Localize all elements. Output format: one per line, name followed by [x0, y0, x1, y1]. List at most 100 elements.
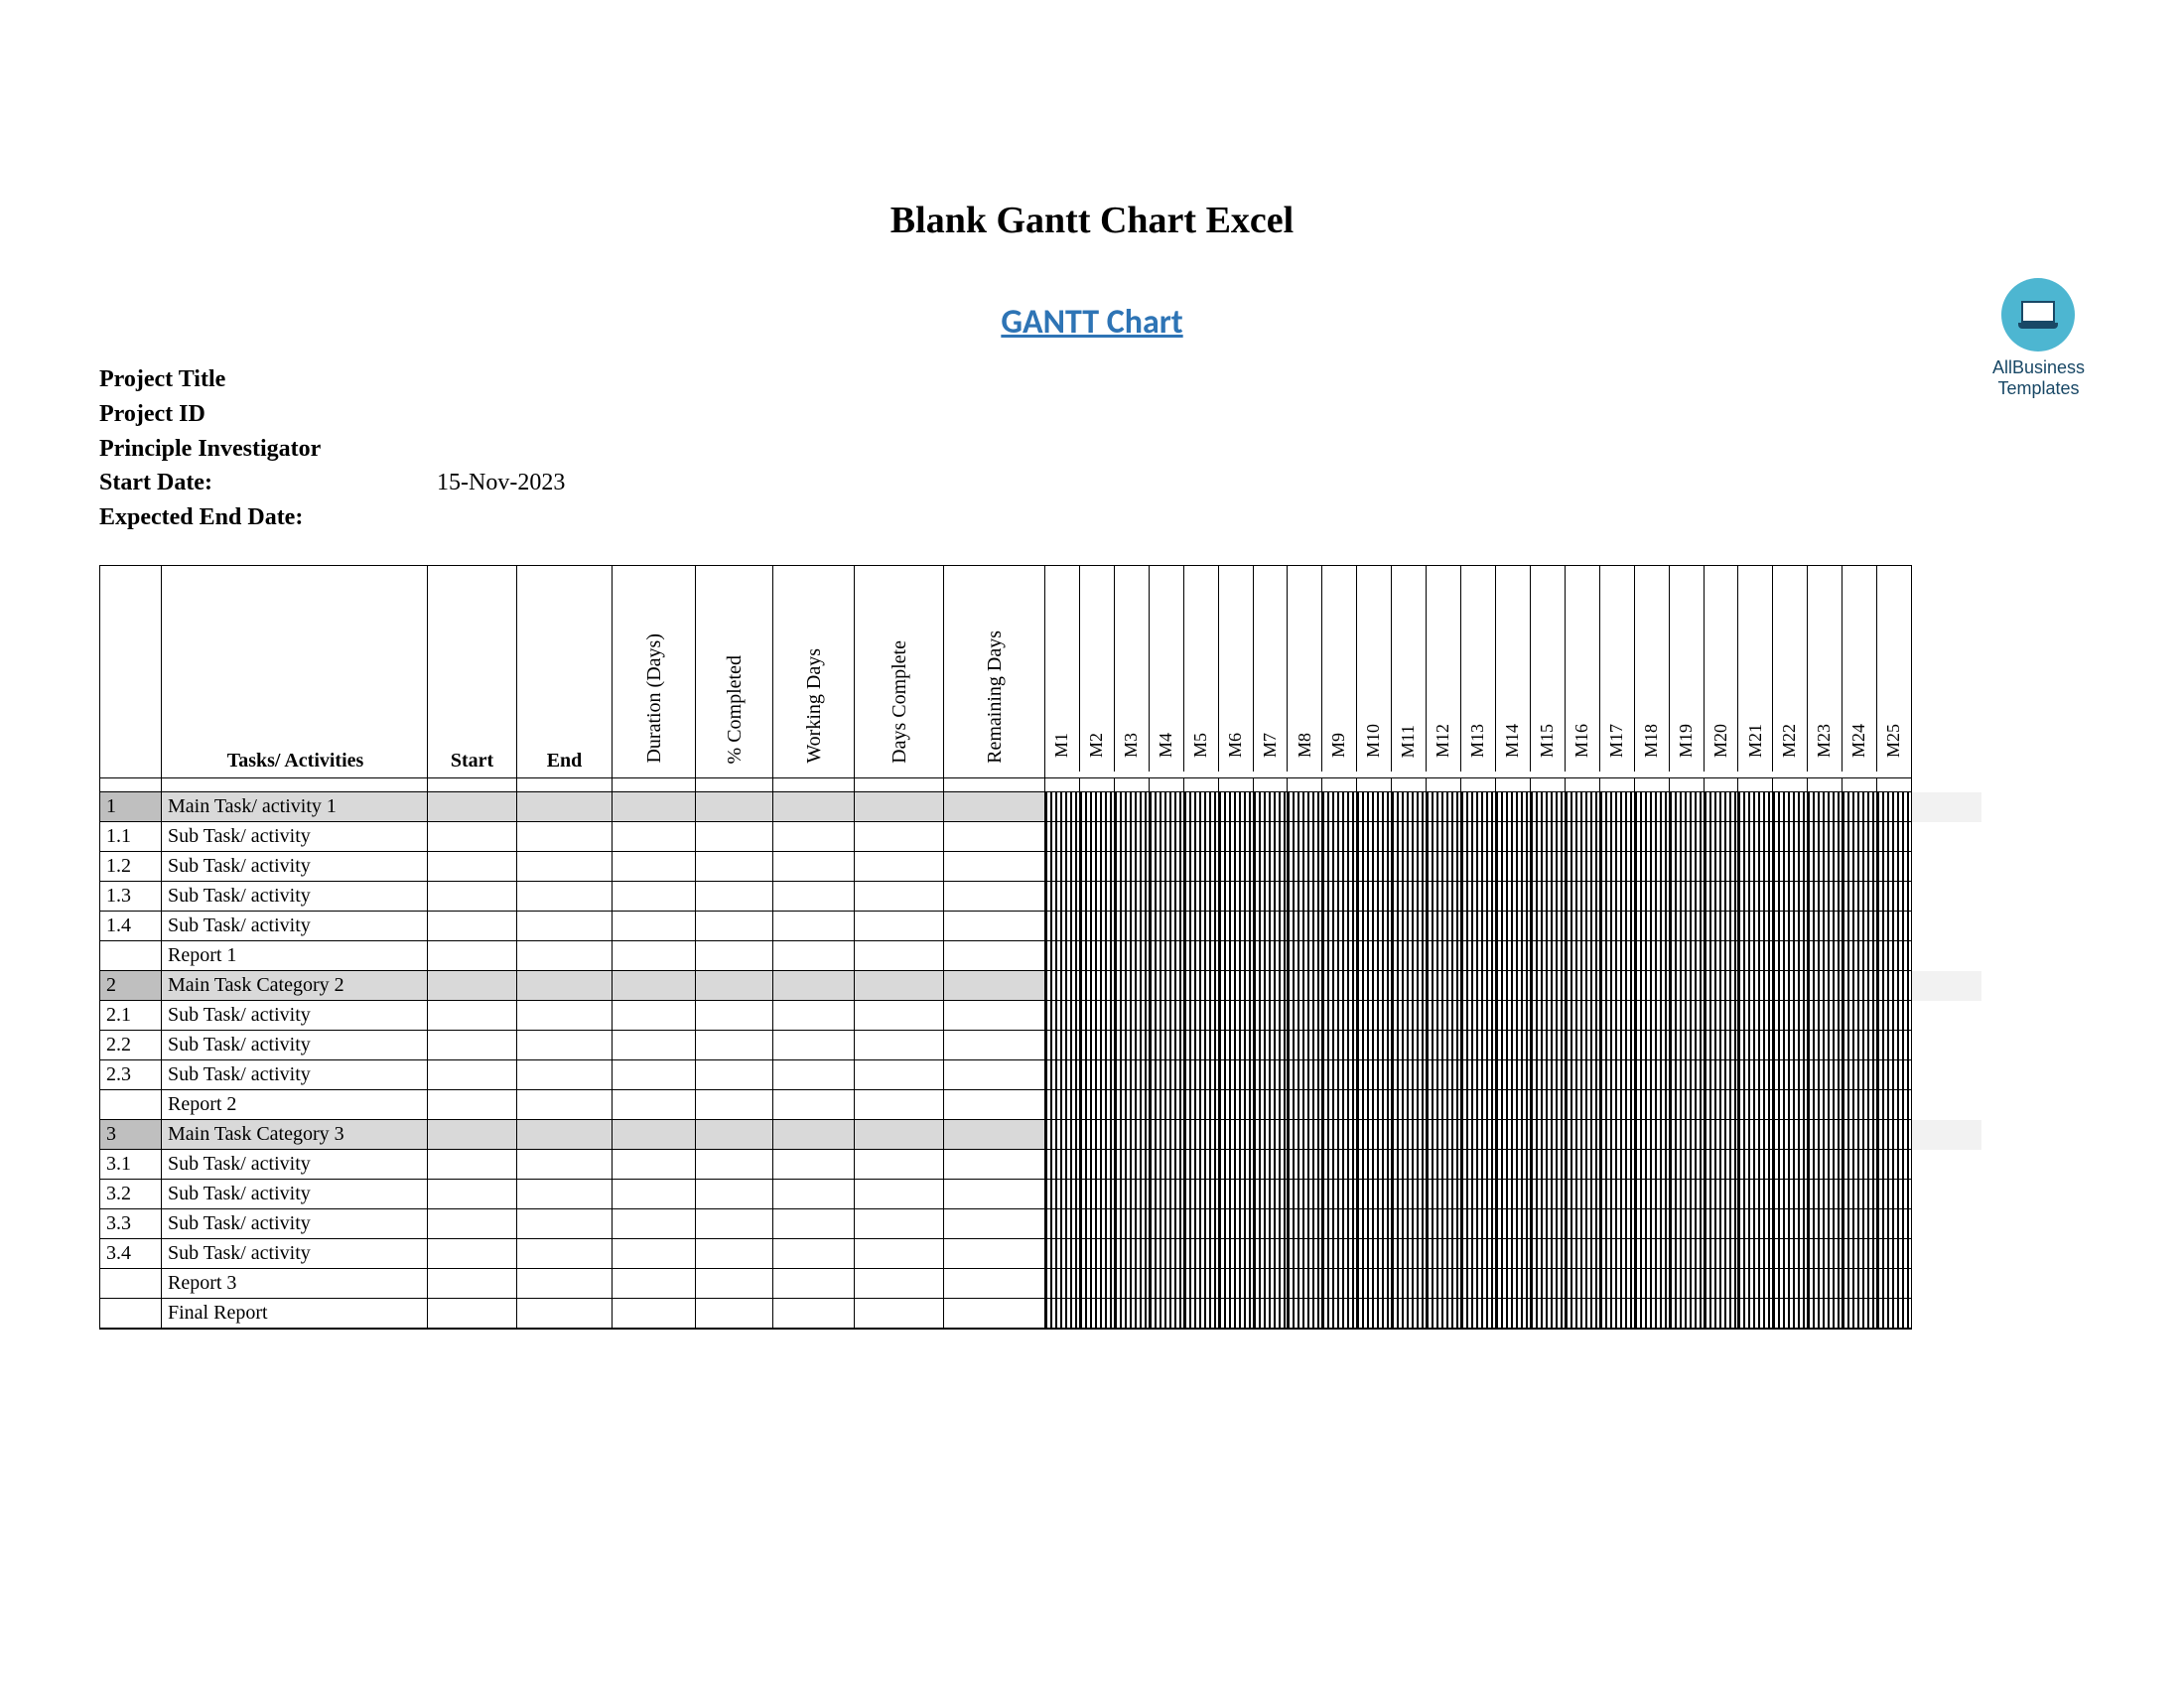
cell-start: [428, 971, 517, 1001]
cell-pct: [696, 1180, 773, 1209]
cell-wrk: [773, 822, 855, 852]
cell-dur: [613, 912, 696, 941]
hdr-month-m6: M6: [1219, 566, 1254, 772]
cell-wrk: [773, 1120, 855, 1150]
cell-task: Sub Task/ activity: [162, 1150, 428, 1180]
cell-dur: [613, 1209, 696, 1239]
cell-pct: [696, 792, 773, 822]
cell-months: [1045, 778, 1911, 792]
cell-dur: [613, 822, 696, 852]
cell-idx: 3: [100, 1120, 162, 1150]
cell-end: [517, 1060, 613, 1090]
cell-dc: [855, 1180, 944, 1209]
hdr-month-m4: M4: [1150, 566, 1184, 772]
hdr-month-m7: M7: [1254, 566, 1289, 772]
cell-start: [428, 1031, 517, 1060]
cell-wrk: [773, 1150, 855, 1180]
cell-rem: [944, 941, 1045, 971]
cell-task: Sub Task/ activity: [162, 852, 428, 882]
cell-task: Sub Task/ activity: [162, 1060, 428, 1090]
hdr-month-m18: M18: [1635, 566, 1670, 772]
cell-months: [1045, 1239, 1911, 1269]
cell-idx: 1.3: [100, 882, 162, 912]
hdr-month-m15: M15: [1531, 566, 1566, 772]
cell-task: Sub Task/ activity: [162, 1239, 428, 1269]
cell-end: [517, 792, 613, 822]
hdr-month-m5: M5: [1184, 566, 1219, 772]
row-overflow-shade: [1912, 792, 1981, 822]
cell-wrk: [773, 1180, 855, 1209]
cell-rem: [944, 852, 1045, 882]
cell-idx: 2.2: [100, 1031, 162, 1060]
cell-dur: [613, 1001, 696, 1031]
hdr-month-m13: M13: [1461, 566, 1496, 772]
hdr-remaining: Remaining Days: [944, 566, 1045, 778]
cell-end: [517, 852, 613, 882]
task-row: 3.4Sub Task/ activity: [100, 1239, 1911, 1269]
cell-task: Sub Task/ activity: [162, 1001, 428, 1031]
cell-start: [428, 852, 517, 882]
hdr-tasks: Tasks/ Activities: [162, 566, 428, 778]
cell-pct: [696, 852, 773, 882]
cell-dur: [613, 852, 696, 882]
hdr-month-m23: M23: [1808, 566, 1843, 772]
hdr-month-m25: M25: [1877, 566, 1911, 772]
cell-dur: [613, 882, 696, 912]
cell-months: [1045, 822, 1911, 852]
brand-logo: AllBusinessTemplates: [1992, 278, 2085, 398]
hdr-end: End: [517, 566, 613, 778]
cell-pct: [696, 882, 773, 912]
cell-dur: [613, 792, 696, 822]
cell-dc: [855, 1269, 944, 1299]
cell-idx: [100, 1299, 162, 1329]
cell-months: [1045, 792, 1911, 822]
gantt-chart-link[interactable]: GANTT Chart: [1001, 302, 1182, 343]
cell-rem: [944, 1239, 1045, 1269]
cell-pct: [696, 822, 773, 852]
hdr-month-m16: M16: [1566, 566, 1600, 772]
cell-task: Sub Task/ activity: [162, 912, 428, 941]
cell-dur: [613, 1090, 696, 1120]
cell-task: Final Report: [162, 1299, 428, 1329]
cell-idx: [100, 1269, 162, 1299]
cell-pct: [696, 1150, 773, 1180]
cell-pct: [696, 941, 773, 971]
cell-pct: [696, 1001, 773, 1031]
cell-end: [517, 822, 613, 852]
cell-task: Report 2: [162, 1090, 428, 1120]
cell-dc: [855, 778, 944, 792]
cell-pct: [696, 1060, 773, 1090]
cell-months: [1045, 1269, 1911, 1299]
cell-task: Sub Task/ activity: [162, 1180, 428, 1209]
cell-end: [517, 971, 613, 1001]
cell-end: [517, 1239, 613, 1269]
laptop-icon: [2001, 278, 2075, 352]
cell-task: Main Task/ activity 1: [162, 792, 428, 822]
task-row: 2.1Sub Task/ activity: [100, 1001, 1911, 1031]
cell-start: [428, 792, 517, 822]
cell-end: [517, 1031, 613, 1060]
cell-pct: [696, 1209, 773, 1239]
cell-start: [428, 1239, 517, 1269]
cell-dc: [855, 792, 944, 822]
cell-start: [428, 1150, 517, 1180]
hdr-month-m2: M2: [1080, 566, 1115, 772]
task-row: 3.3Sub Task/ activity: [100, 1209, 1911, 1239]
hdr-month-m22: M22: [1773, 566, 1808, 772]
cell-pct: [696, 971, 773, 1001]
cell-rem: [944, 1090, 1045, 1120]
cell-rem: [944, 1269, 1045, 1299]
cell-wrk: [773, 1060, 855, 1090]
cell-dur: [613, 1060, 696, 1090]
cell-dc: [855, 971, 944, 1001]
cell-wrk: [773, 852, 855, 882]
row-overflow-shade: [1912, 1120, 1981, 1150]
cell-task: Sub Task/ activity: [162, 1209, 428, 1239]
cell-wrk: [773, 971, 855, 1001]
cell-dc: [855, 1031, 944, 1060]
hdr-start: Start: [428, 566, 517, 778]
hdr-month-m11: M11: [1392, 566, 1427, 772]
cell-rem: [944, 882, 1045, 912]
cell-dc: [855, 1060, 944, 1090]
cell-start: [428, 882, 517, 912]
